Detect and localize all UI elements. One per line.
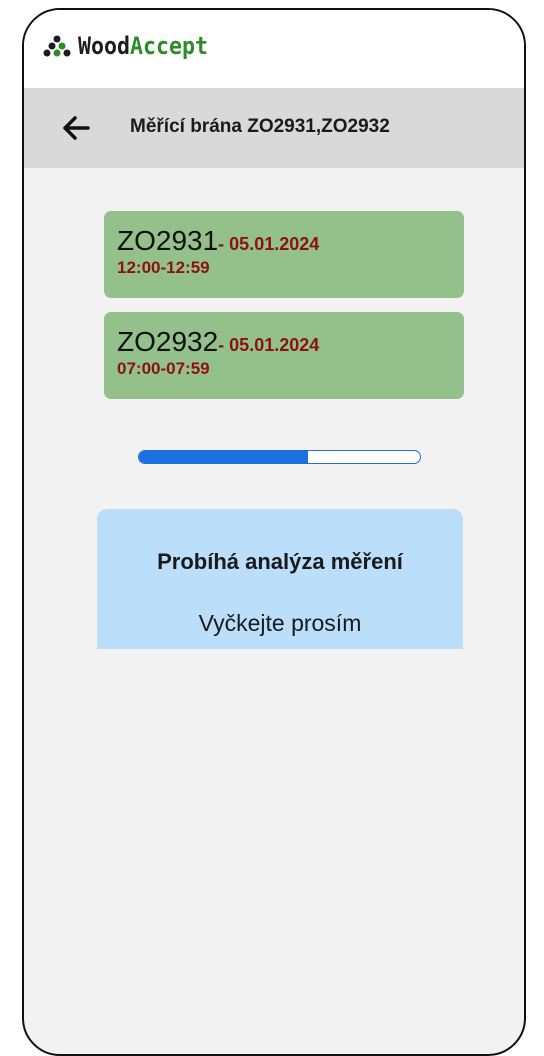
gate-id: ZO2932 [117,326,219,357]
gate-id: ZO2931 [117,225,219,256]
gate-card-zo2932[interactable]: ZO2932- 05.01.2024 07:00-07:59 [104,312,464,399]
logo-text: WoodAccept [78,32,208,60]
analysis-subtitle: Vyčkejte prosím [198,610,362,636]
arrow-left-icon [63,116,90,140]
back-button[interactable] [60,112,92,144]
page-header: Měřící brána ZO2931,ZO2932 [24,88,524,168]
gate-date: - 05.01.2024 [218,234,320,254]
analysis-panel: Probíhá analýza měření Vyčkejte prosím [97,509,463,649]
gate-card-zo2931[interactable]: ZO2931- 05.01.2024 12:00-12:59 [104,211,464,298]
phone-frame: WoodAccept Měřící brána ZO2931,ZO2932 ZO… [22,8,526,1056]
logo-dots-icon [43,35,71,57]
progress-bar [138,450,421,464]
gate-time: 12:00-12:59 [117,258,210,277]
progress-fill [139,451,308,463]
logo-text-accept: Accept [130,32,209,60]
logo: WoodAccept [42,32,223,60]
logo-text-wood: Wood [78,32,131,60]
gate-date: - 05.01.2024 [218,335,320,355]
page-title: Měřící brána ZO2931,ZO2932 [130,116,390,137]
brand-bar: WoodAccept [24,10,524,88]
analysis-title: Probíhá analýza měření [157,549,403,574]
gate-time: 07:00-07:59 [117,359,210,378]
